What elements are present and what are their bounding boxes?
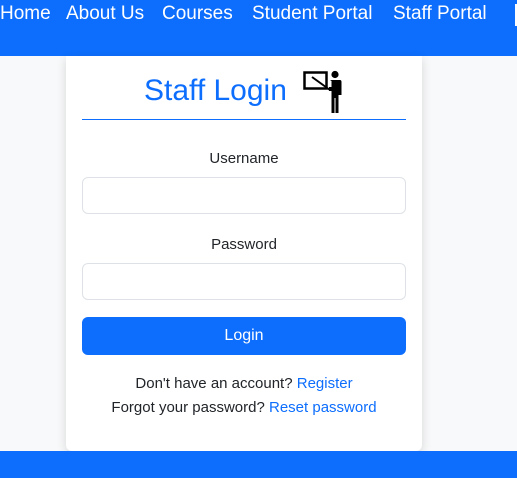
login-button[interactable]: Login	[82, 317, 406, 355]
password-field[interactable]	[82, 263, 406, 300]
nav-link-staff-portal[interactable]: Staff Portal	[393, 2, 487, 26]
forgot-password-text: Forgot your password?	[111, 399, 265, 416]
page-title: Staff Login	[144, 74, 287, 107]
nav-link-about-us[interactable]: About Us	[66, 2, 144, 26]
register-prompt-text: Don't have an account?	[135, 375, 293, 392]
reset-password-link[interactable]: Reset password	[269, 399, 377, 416]
top-navbar: Home About Us Courses Student Portal Sta…	[0, 0, 517, 56]
nav-link-courses[interactable]: Courses	[162, 2, 233, 26]
register-link[interactable]: Register	[297, 375, 353, 392]
username-field[interactable]	[82, 177, 406, 214]
login-header: Staff Login	[82, 68, 406, 120]
nav-link-home[interactable]: Home	[0, 2, 51, 26]
footer-bar	[0, 451, 517, 478]
nav-link-student-portal[interactable]: Student Portal	[252, 2, 372, 26]
username-label: Username	[209, 150, 279, 167]
password-label: Password	[211, 236, 277, 253]
register-prompt-line: Don't have an account? Register	[82, 375, 406, 393]
teacher-at-board-icon	[303, 70, 342, 113]
forgot-password-line: Forgot your password? Reset password	[82, 399, 406, 417]
login-card: Staff Login Username Password Login Don'…	[66, 56, 422, 451]
